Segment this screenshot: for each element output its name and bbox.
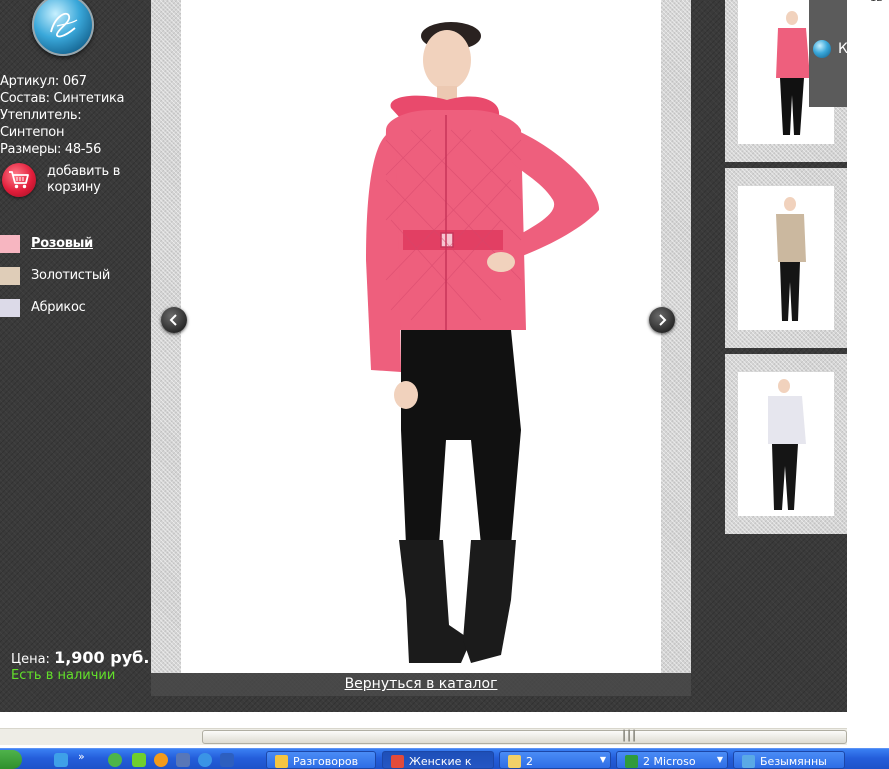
corner-text-fragment: 12 (870, 0, 883, 4)
spec-article: Артикул: 067 (0, 74, 87, 89)
product-info-panel: Артикул: 067 Состав: Синтетика Утеплител… (0, 0, 151, 712)
windows-taskbar: » Разговоров Женские к 2 ▼ 2 Microso ▼ Б… (0, 748, 889, 769)
price: Цена: 1,900 руб. (11, 648, 149, 667)
cart-icon (2, 163, 36, 197)
back-to-catalog-link[interactable]: Вернуться в каталог (151, 676, 691, 692)
taskbar-item[interactable]: Разговоров (266, 751, 376, 769)
task-icon (508, 755, 521, 768)
globe-icon (813, 40, 831, 58)
spec-insulation-value: Синтепон (0, 125, 65, 140)
spec-insulation-label: Утеплитель: (0, 108, 82, 123)
task-label: Разговоров (293, 755, 359, 768)
logo-monogram-icon (50, 12, 78, 38)
product-page: Артикул: 067 Состав: Синтетика Утеплител… (0, 0, 847, 712)
brand-logo[interactable] (32, 0, 94, 56)
price-value: 1,900 руб. (54, 648, 150, 667)
color-option-golden[interactable]: Золотистый (0, 265, 140, 287)
quick-launch-icon[interactable] (176, 753, 190, 767)
task-label: 2 Microso (643, 755, 696, 768)
task-icon (625, 755, 638, 768)
color-swatch (0, 235, 20, 253)
chevron-right-icon[interactable]: » (78, 750, 85, 763)
spec-composition: Состав: Синтетика (0, 91, 125, 106)
thumbnail-image (738, 186, 834, 330)
color-option-pink[interactable]: Розовый (0, 233, 140, 255)
add-to-cart-label: добавить в корзину (47, 164, 121, 195)
quick-launch-icon[interactable] (54, 753, 68, 767)
quick-launch-icon[interactable] (198, 753, 212, 767)
side-popup-tab[interactable]: К (809, 0, 847, 107)
color-label: Абрикос (31, 300, 86, 315)
task-label: 2 (526, 755, 533, 768)
color-option-apricot[interactable]: Абрикос (0, 297, 140, 319)
thumbnail-white[interactable] (725, 354, 847, 534)
task-icon (275, 755, 288, 768)
chevron-right-icon (659, 314, 667, 326)
taskbar-item[interactable]: Безымянны (733, 751, 845, 769)
model-white-thumbnail-image (768, 379, 806, 510)
stock-status: Есть в наличии (11, 668, 116, 683)
color-swatch (0, 267, 20, 285)
next-image-button[interactable] (649, 307, 675, 333)
model-beige-thumbnail-image (776, 197, 806, 321)
quick-launch-icon[interactable] (108, 753, 122, 767)
main-product-photo[interactable] (181, 0, 661, 673)
quick-launch-bar: » (40, 750, 258, 769)
taskbar-item[interactable]: 2 Microso ▼ (616, 751, 728, 769)
color-label: Розовый (31, 236, 93, 251)
scrollbar-track[interactable]: ┃┃┃ (0, 728, 847, 745)
catalog-bar: Вернуться в каталог (151, 673, 691, 696)
price-label: Цена: (11, 652, 50, 667)
color-swatch (0, 299, 20, 317)
scrollbar-thumb[interactable]: ┃┃┃ (202, 730, 847, 744)
task-label: Женские к (409, 755, 472, 768)
previous-image-button[interactable] (161, 307, 187, 333)
spec-sizes: Размеры: 48-56 (0, 142, 102, 157)
thumbnail-beige[interactable] (725, 168, 847, 348)
side-popup-text: К (838, 41, 847, 57)
quick-launch-icon[interactable] (220, 753, 234, 767)
dropdown-arrow-icon: ▼ (716, 755, 723, 764)
color-label: Золотистый (31, 268, 111, 283)
task-icon (742, 755, 755, 768)
chevron-left-icon (169, 314, 177, 326)
dropdown-arrow-icon: ▼ (599, 755, 606, 764)
task-label: Безымянны (760, 755, 827, 768)
quick-launch-icon[interactable] (132, 753, 146, 767)
scrollbar-grip-icon: ┃┃┃ (621, 731, 637, 742)
product-gallery: Вернуться в каталог (151, 0, 691, 696)
taskbar-item[interactable]: Женские к (382, 751, 494, 769)
task-icon (391, 755, 404, 768)
quick-launch-icon[interactable] (154, 753, 168, 767)
horizontal-scrollbar-area: ┃┃┃ (0, 712, 847, 746)
thumbnail-image (738, 372, 834, 516)
model-pink-jacket-image (366, 22, 600, 663)
start-button[interactable] (0, 750, 22, 769)
add-to-cart-button[interactable]: добавить в корзину (0, 162, 140, 202)
taskbar-item[interactable]: 2 ▼ (499, 751, 611, 769)
